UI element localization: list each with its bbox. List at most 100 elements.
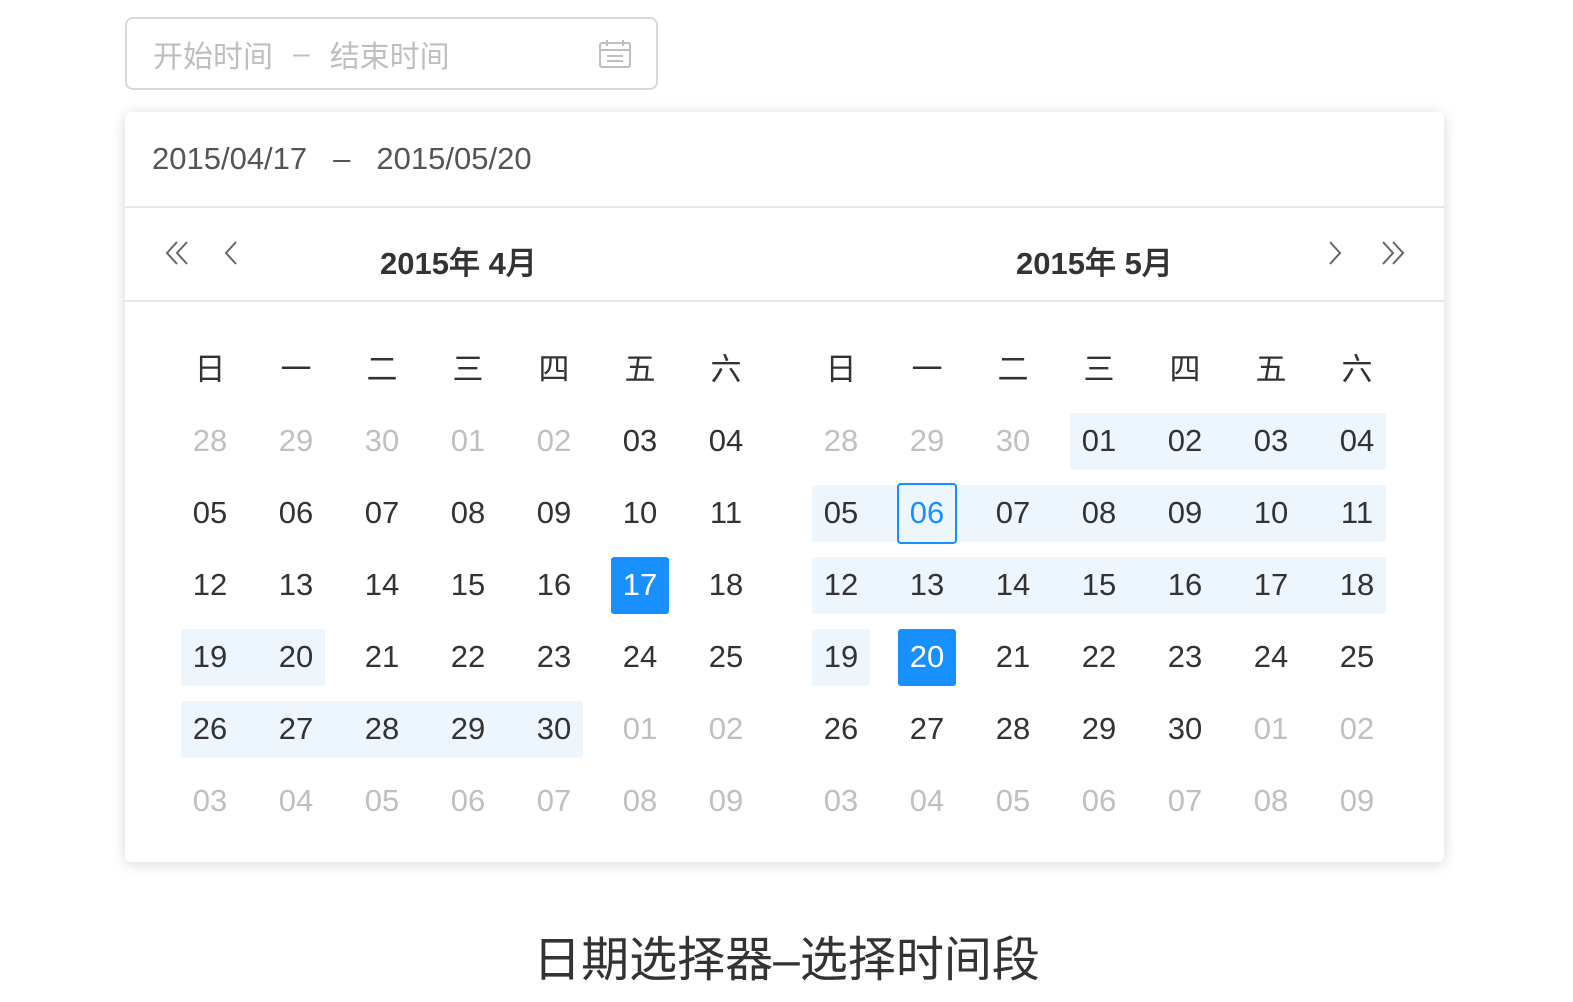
- calendar-day-cell[interactable]: 25: [1314, 621, 1400, 693]
- calendar-day-cell[interactable]: 26: [798, 693, 884, 765]
- calendar-day-cell[interactable]: 22: [1056, 621, 1142, 693]
- selected-end-date[interactable]: 2015/05/20: [376, 141, 531, 177]
- calendar-icon[interactable]: [598, 39, 632, 69]
- calendar-day-cell[interactable]: 07: [511, 765, 597, 837]
- next-year-button[interactable]: [1375, 235, 1411, 271]
- calendar-day-cell[interactable]: 14: [339, 549, 425, 621]
- day-number: 29: [278, 423, 314, 458]
- day-number: 07: [364, 495, 400, 530]
- calendar-day-cell[interactable]: 02: [511, 405, 597, 477]
- calendar-day-cell[interactable]: 15: [425, 549, 511, 621]
- prev-month-button[interactable]: [213, 235, 249, 271]
- calendar-day-cell[interactable]: 08: [1056, 477, 1142, 549]
- calendar-day-cell[interactable]: 27: [253, 693, 339, 765]
- selected-start-date[interactable]: 2015/04/17: [152, 141, 307, 177]
- calendar-day-cell[interactable]: 07: [339, 477, 425, 549]
- calendar-day-cell[interactable]: 26: [167, 693, 253, 765]
- calendar-day-cell[interactable]: 08: [597, 765, 683, 837]
- calendar-day-cell[interactable]: 29: [253, 405, 339, 477]
- calendar-day-cell[interactable]: 06: [884, 477, 970, 549]
- calendar-day-cell[interactable]: 10: [597, 477, 683, 549]
- calendar-day-cell[interactable]: 20: [253, 621, 339, 693]
- next-month-button[interactable]: [1317, 235, 1353, 271]
- calendar-day-cell[interactable]: 29: [884, 405, 970, 477]
- calendar-day-cell[interactable]: 03: [1228, 405, 1314, 477]
- calendar-day-cell[interactable]: 24: [1228, 621, 1314, 693]
- calendar-day-cell[interactable]: 05: [798, 477, 884, 549]
- calendar-day-cell[interactable]: 02: [1142, 405, 1228, 477]
- calendar-day-cell[interactable]: 04: [1314, 405, 1400, 477]
- calendar-day-cell[interactable]: 06: [1056, 765, 1142, 837]
- calendar-day-cell[interactable]: 23: [511, 621, 597, 693]
- day-number: 29: [1081, 711, 1117, 746]
- calendar-day-cell[interactable]: 07: [1142, 765, 1228, 837]
- calendar-day-cell[interactable]: 11: [683, 477, 769, 549]
- calendar-day-cell[interactable]: 18: [683, 549, 769, 621]
- calendar-day-cell[interactable]: 28: [970, 693, 1056, 765]
- calendar-day-cell[interactable]: 06: [253, 477, 339, 549]
- calendar-day-cell[interactable]: 27: [884, 693, 970, 765]
- left-calendar-title[interactable]: 2015年 4月: [380, 238, 537, 283]
- calendar-day-cell[interactable]: 14: [970, 549, 1056, 621]
- calendar-day-cell[interactable]: 11: [1314, 477, 1400, 549]
- calendar-day-cell[interactable]: 30: [339, 405, 425, 477]
- calendar-day-cell[interactable]: 07: [970, 477, 1056, 549]
- calendar-day-cell[interactable]: 01: [1228, 693, 1314, 765]
- calendar-day-cell[interactable]: 09: [511, 477, 597, 549]
- calendar-day-cell[interactable]: 28: [798, 405, 884, 477]
- calendar-day-cell[interactable]: 05: [167, 477, 253, 549]
- calendar-day-cell[interactable]: 19: [167, 621, 253, 693]
- calendar-day-cell[interactable]: 30: [970, 405, 1056, 477]
- calendar-day-cell[interactable]: 16: [511, 549, 597, 621]
- calendar-day-cell[interactable]: 09: [683, 765, 769, 837]
- calendar-day-cell[interactable]: 22: [425, 621, 511, 693]
- calendar-day-cell[interactable]: 01: [1056, 405, 1142, 477]
- calendar-day-cell[interactable]: 20: [884, 621, 970, 693]
- calendar-day-cell[interactable]: 30: [1142, 693, 1228, 765]
- calendar-day-cell[interactable]: 06: [425, 765, 511, 837]
- calendar-day-cell[interactable]: 08: [425, 477, 511, 549]
- calendar-day-cell[interactable]: 05: [339, 765, 425, 837]
- calendar-day-cell[interactable]: 09: [1314, 765, 1400, 837]
- calendar-day-cell[interactable]: 04: [683, 405, 769, 477]
- calendar-day-cell[interactable]: 12: [798, 549, 884, 621]
- calendar-day-cell[interactable]: 03: [798, 765, 884, 837]
- calendar-day-cell[interactable]: 21: [339, 621, 425, 693]
- weekday-label: 三: [1083, 352, 1115, 387]
- calendar-day-cell[interactable]: 02: [683, 693, 769, 765]
- calendar-day-cell[interactable]: 29: [1056, 693, 1142, 765]
- calendar-day-cell[interactable]: 12: [167, 549, 253, 621]
- calendar-day-cell[interactable]: 18: [1314, 549, 1400, 621]
- calendar-day-cell[interactable]: 23: [1142, 621, 1228, 693]
- calendar-day-cell[interactable]: 17: [1228, 549, 1314, 621]
- prev-year-button[interactable]: [159, 235, 195, 271]
- calendar-day-cell[interactable]: 03: [167, 765, 253, 837]
- calendar-day-cell[interactable]: 21: [970, 621, 1056, 693]
- calendar-day-cell[interactable]: 17: [597, 549, 683, 621]
- calendar-day-cell[interactable]: 10: [1228, 477, 1314, 549]
- calendar-day-cell[interactable]: 03: [597, 405, 683, 477]
- calendar-day-cell[interactable]: 04: [253, 765, 339, 837]
- calendar-day-cell[interactable]: 29: [425, 693, 511, 765]
- calendar-day-cell[interactable]: 04: [884, 765, 970, 837]
- calendar-day-cell[interactable]: 05: [970, 765, 1056, 837]
- right-calendar-title[interactable]: 2015年 5月: [1016, 238, 1173, 283]
- calendar-day-cell[interactable]: 02: [1314, 693, 1400, 765]
- calendar-day-cell[interactable]: 28: [167, 405, 253, 477]
- calendar-day-cell[interactable]: 28: [339, 693, 425, 765]
- calendar-day-cell[interactable]: 16: [1142, 549, 1228, 621]
- calendar-day-cell[interactable]: 13: [884, 549, 970, 621]
- date-range-input[interactable]: 开始时间 – 结束时间: [125, 17, 658, 90]
- calendar-day-cell[interactable]: 15: [1056, 549, 1142, 621]
- calendar-day-cell[interactable]: 09: [1142, 477, 1228, 549]
- calendar-day-cell[interactable]: 19: [798, 621, 884, 693]
- calendar-day-cell[interactable]: 25: [683, 621, 769, 693]
- calendar-day-cell[interactable]: 24: [597, 621, 683, 693]
- calendar-day-cell[interactable]: 30: [511, 693, 597, 765]
- calendar-day-cell[interactable]: 13: [253, 549, 339, 621]
- day-number: 05: [192, 495, 228, 530]
- day-number: 25: [1339, 639, 1375, 674]
- calendar-day-cell[interactable]: 08: [1228, 765, 1314, 837]
- calendar-day-cell[interactable]: 01: [597, 693, 683, 765]
- calendar-day-cell[interactable]: 01: [425, 405, 511, 477]
